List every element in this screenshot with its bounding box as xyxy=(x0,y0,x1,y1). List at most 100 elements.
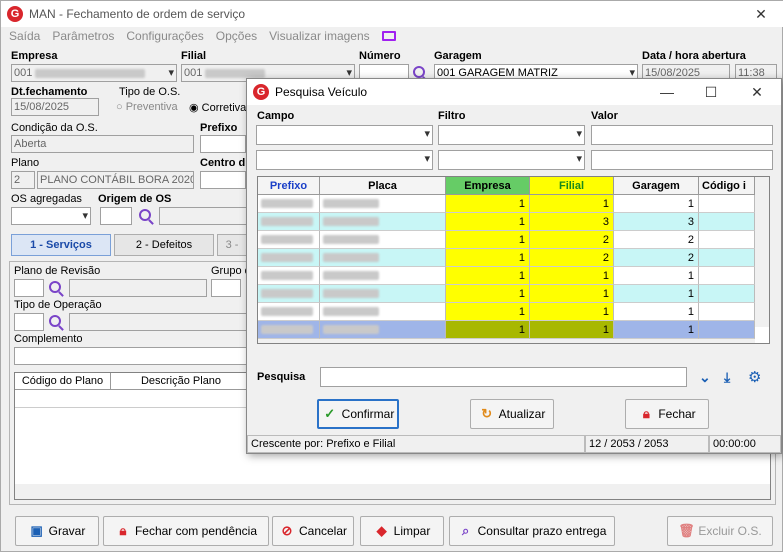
fechar-pendencia-button[interactable]: 🔒︎ Fechar com pendência xyxy=(103,516,269,546)
gravar-label: Gravar xyxy=(48,524,86,538)
plano-revisao-input[interactable] xyxy=(14,279,44,297)
centro-input[interactable] xyxy=(200,171,246,189)
excluir-os-button[interactable]: 🗑︎ Excluir O.S. xyxy=(667,516,773,546)
dt-fechamento-field[interactable]: 15/08/2025 xyxy=(11,98,99,116)
close-icon[interactable]: ✕ xyxy=(741,1,781,27)
radio-corretiva[interactable]: ◉ Corretiva xyxy=(189,101,246,114)
eraser-icon: ◆ xyxy=(376,523,387,538)
col-descricao-plano[interactable]: Descrição Plano xyxy=(111,373,251,390)
campo-label: Campo xyxy=(257,110,295,122)
lock-icon: 🔒︎ xyxy=(642,406,650,421)
status-time: 00:00:00 xyxy=(709,435,781,453)
consultar-prazo-button[interactable]: ⌕ Consultar prazo entrega xyxy=(449,516,615,546)
os-agregadas-select[interactable] xyxy=(11,207,91,225)
confirmar-button[interactable]: ✓ Confirmar xyxy=(317,399,399,429)
app-logo-icon: G xyxy=(253,84,269,100)
fechar-button[interactable]: 🔒︎ Fechar xyxy=(625,399,709,429)
complemento-input[interactable] xyxy=(14,347,247,365)
filial-label: Filial xyxy=(181,50,207,62)
refresh-icon: ↻ xyxy=(481,406,493,421)
filtro-select-1[interactable] xyxy=(438,125,585,145)
empresa-value: 001 xyxy=(14,67,33,79)
grupo-input[interactable] xyxy=(211,279,241,297)
empresa-select[interactable]: 001 xyxy=(11,64,177,82)
lock-icon: 🔒︎ xyxy=(119,523,127,538)
placa-cell xyxy=(320,195,446,213)
search-icon[interactable] xyxy=(413,66,425,78)
filial-cell: 1 xyxy=(530,285,614,303)
menu-parametros[interactable]: Parâmetros xyxy=(52,29,114,43)
gear-icon[interactable]: ⚙ xyxy=(748,368,761,386)
campo-select-2[interactable] xyxy=(256,150,433,170)
table-row[interactable] xyxy=(15,390,251,408)
col-empresa[interactable]: Empresa xyxy=(446,177,530,195)
placa-cell xyxy=(320,285,446,303)
cancelar-button[interactable]: ⊘ Cancelar xyxy=(272,516,354,546)
plano-revisao-label: Plano de Revisão xyxy=(14,265,101,277)
placa-cell xyxy=(320,303,446,321)
prefixo-cell xyxy=(258,231,320,249)
search-icon[interactable] xyxy=(139,209,151,221)
col-placa[interactable]: Placa xyxy=(320,177,446,195)
valor-input-1[interactable] xyxy=(591,125,773,145)
filtro-select-2[interactable] xyxy=(438,150,585,170)
dt-fechamento-value: 15/08/2025 xyxy=(14,101,70,113)
chevron-double-down-icon[interactable]: ⌄ xyxy=(699,369,711,386)
col-filial[interactable]: Filial xyxy=(530,177,614,195)
minimize-icon[interactable]: — xyxy=(647,79,687,105)
col-prefixo[interactable]: Prefixo xyxy=(258,177,320,195)
plano-field: PLANO CONTÁBIL BORA 2020 xyxy=(37,171,194,189)
empresa-cell: 1 xyxy=(446,231,530,249)
col-codigo-plano[interactable]: Código do Plano xyxy=(15,373,111,390)
prefixo-label: Prefixo xyxy=(200,122,238,134)
tab-servicos[interactable]: 1 - Serviços xyxy=(11,234,111,256)
status-sort: Crescente por: Prefixo e Filial xyxy=(247,435,585,453)
gravar-button[interactable]: ▣ Gravar xyxy=(15,516,99,546)
limpar-label: Limpar xyxy=(393,524,431,538)
menu-bar: Saída Parâmetros Configurações Opções Vi… xyxy=(1,27,783,45)
pesquisa-input[interactable] xyxy=(320,367,687,387)
radio-preventiva[interactable]: ○ Preventiva xyxy=(116,101,178,113)
empresa-cell: 1 xyxy=(446,321,530,339)
codigo-cell xyxy=(699,213,755,231)
close-icon[interactable]: ✕ xyxy=(737,79,777,105)
monitor-icon[interactable] xyxy=(381,31,396,41)
excluir-os-label: Excluir O.S. xyxy=(698,524,762,538)
garagem-cell: 1 xyxy=(614,321,699,339)
col-codigo[interactable]: Código i xyxy=(699,177,755,195)
origem-os-input[interactable] xyxy=(100,207,132,225)
plano-num-field: 2 xyxy=(11,171,35,189)
col-garagem[interactable]: Garagem xyxy=(614,177,699,195)
filial-cell: 1 xyxy=(530,303,614,321)
campo-select-1[interactable] xyxy=(256,125,433,145)
prefixo-cell xyxy=(258,195,320,213)
codigo-cell xyxy=(699,231,755,249)
os-agregadas-label: OS agregadas xyxy=(11,193,82,205)
prefixo-input[interactable] xyxy=(200,135,246,153)
atualizar-button[interactable]: ↻ Atualizar xyxy=(470,399,554,429)
search-icon[interactable] xyxy=(49,281,61,293)
tipo-operacao-input[interactable] xyxy=(14,313,44,331)
tab-third[interactable]: 3 - xyxy=(217,234,247,256)
prefixo-cell xyxy=(258,285,320,303)
menu-opcoes[interactable]: Opções xyxy=(216,29,257,43)
maximize-icon[interactable]: ☐ xyxy=(691,79,731,105)
placa-cell xyxy=(320,213,446,231)
valor-input-2[interactable] xyxy=(591,150,773,170)
dialog-title-bar: G Pesquisa Veículo — ☐ ✕ xyxy=(247,79,781,105)
menu-visualizar-imagens[interactable]: Visualizar imagens xyxy=(269,29,370,43)
tab-defeitos[interactable]: 2 - Defeitos xyxy=(114,234,214,256)
vertical-scrollbar[interactable] xyxy=(755,177,769,327)
menu-saida[interactable]: Saída xyxy=(9,29,40,43)
confirmar-label: Confirmar xyxy=(341,407,395,421)
skip-down-icon[interactable]: ⤓ xyxy=(724,369,730,386)
plano-value: PLANO CONTÁBIL BORA 2020 xyxy=(40,174,194,186)
search-icon[interactable] xyxy=(49,315,61,327)
horizontal-scrollbar[interactable] xyxy=(15,484,770,499)
limpar-button[interactable]: ◆ Limpar xyxy=(360,516,444,546)
empresa-cell: 1 xyxy=(446,195,530,213)
dialog-title: Pesquisa Veículo xyxy=(275,85,368,99)
filial-value: 001 xyxy=(184,67,203,79)
garagem-cell: 1 xyxy=(614,195,699,213)
menu-configuracoes[interactable]: Configurações xyxy=(126,29,203,43)
